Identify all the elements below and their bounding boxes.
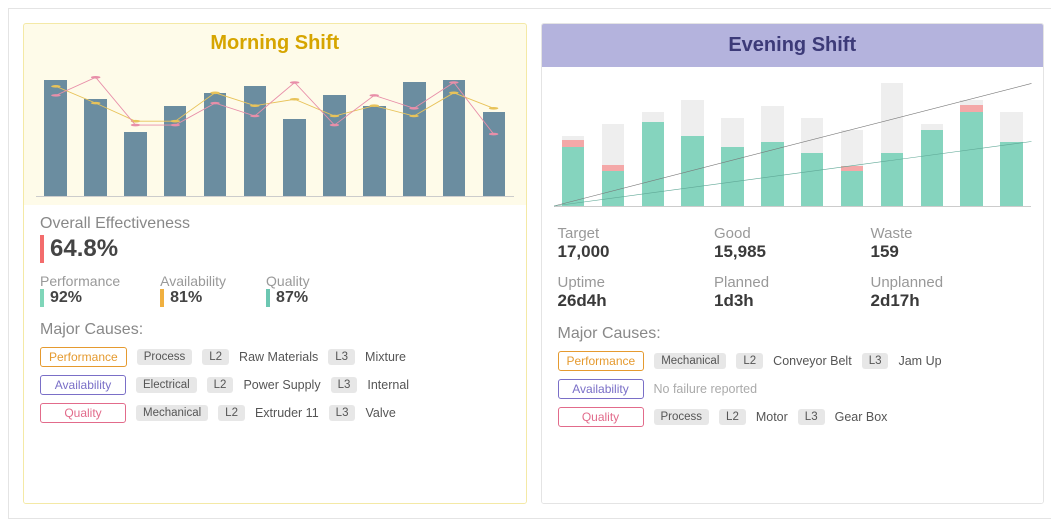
- metric-availability: Availability81%: [160, 273, 226, 307]
- stat-unplanned: Unplanned2d17h: [871, 274, 1028, 311]
- stat-waste: Waste159: [871, 225, 1028, 262]
- causes-title: Major Causes:: [558, 325, 1028, 343]
- oee-label: Overall Effectiveness: [40, 215, 510, 233]
- stat-uptime: Uptime26d4h: [558, 274, 715, 311]
- stat-target: Target17,000: [558, 225, 715, 262]
- panel-evening: Evening Shift Target17,000Good15,985Wast…: [541, 23, 1045, 504]
- cause-badge: Availability: [40, 375, 126, 395]
- dashboard-root: Morning Shift Overall Effectiveness 64.8…: [8, 8, 1051, 519]
- cause-row: QualityMechanicalL2Extruder 11L3Valve: [40, 403, 510, 423]
- stat-planned: Planned1d3h: [714, 274, 871, 311]
- cause-row: PerformanceMechanicalL2Conveyor BeltL3Ja…: [558, 351, 1028, 371]
- panel-title-morning: Morning Shift: [24, 24, 526, 61]
- cause-badge: Quality: [558, 407, 644, 427]
- oee-value: 64.8%: [40, 235, 118, 263]
- cause-none: No failure reported: [654, 382, 758, 396]
- cause-badge: Performance: [558, 351, 645, 371]
- cause-row: Availability No failure reported: [558, 379, 1028, 399]
- stat-good: Good15,985: [714, 225, 871, 262]
- chart-morning: [36, 67, 514, 197]
- cause-row: AvailabilityElectricalL2Power SupplyL3In…: [40, 375, 510, 395]
- causes-title: Major Causes:: [40, 321, 510, 339]
- cause-row: PerformanceProcessL2Raw MaterialsL3Mixtu…: [40, 347, 510, 367]
- panel-morning: Morning Shift Overall Effectiveness 64.8…: [23, 23, 527, 504]
- chart-evening: [554, 77, 1032, 207]
- panel-title-evening: Evening Shift: [542, 24, 1044, 67]
- metrics-row: Performance92% Availability81% Quality87%: [40, 273, 510, 307]
- metric-quality: Quality87%: [266, 273, 310, 307]
- cause-badge: Availability: [558, 379, 644, 399]
- metric-performance: Performance92%: [40, 273, 120, 307]
- cause-row: QualityProcessL2MotorL3Gear Box: [558, 407, 1028, 427]
- cause-badge: Quality: [40, 403, 126, 423]
- cause-badge: Performance: [40, 347, 127, 367]
- stats-grid: Target17,000Good15,985Waste159 Uptime26d4…: [558, 225, 1028, 311]
